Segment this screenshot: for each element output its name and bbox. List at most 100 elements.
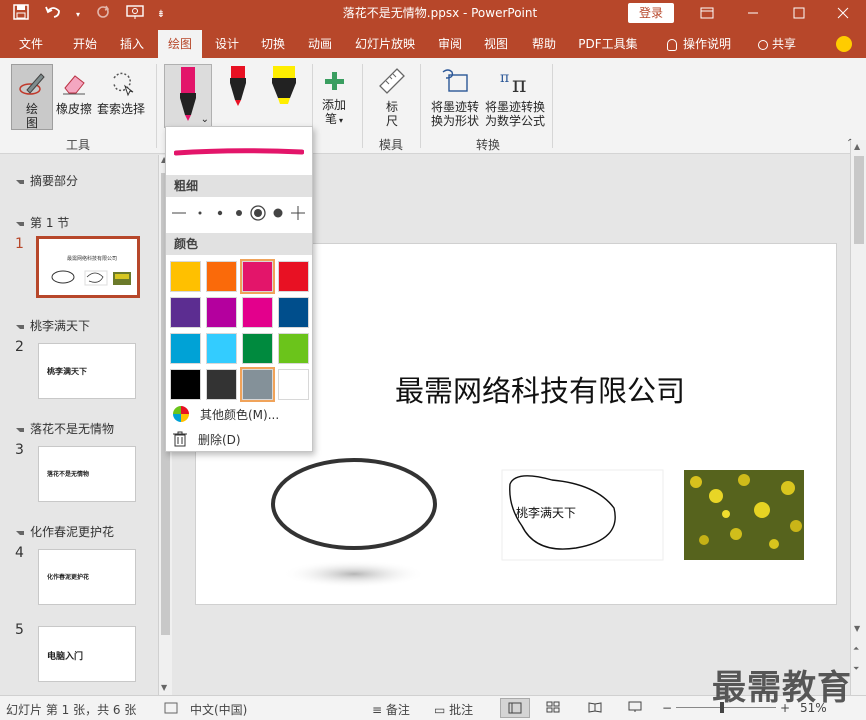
ruler-button[interactable]: 标 尺 <box>372 66 412 128</box>
ellipse-shadow <box>282 560 426 588</box>
thickness-options <box>170 203 310 223</box>
next-slide-icon[interactable]: ⏷ <box>853 664 859 674</box>
color-swatch[interactable] <box>278 297 309 328</box>
color-swatch[interactable] <box>206 261 237 292</box>
redo-icon[interactable] <box>92 4 114 26</box>
tab-slideshow[interactable]: 幻灯片放映 <box>348 30 422 58</box>
thumb-1-graphics <box>51 270 131 286</box>
group-label-tools: 工具 <box>65 138 90 152</box>
smiley-feedback-icon[interactable] <box>836 36 852 52</box>
group-separator <box>362 64 363 148</box>
undo-icon[interactable] <box>42 4 64 26</box>
tell-me-button[interactable]: 操作说明 <box>656 30 742 58</box>
customize-qat-icon[interactable]: ⇟ <box>156 4 166 26</box>
tab-transitions[interactable]: 切换 <box>252 30 294 58</box>
tab-pdf-tools[interactable]: PDF工具集 <box>570 30 646 58</box>
document-title: 落花不是无情物.ppsx - PowerPoint <box>342 6 538 20</box>
color-swatch[interactable] <box>278 333 309 364</box>
thickness-option-6[interactable] <box>273 208 283 218</box>
section-summary[interactable]: 摘要部分 <box>16 172 78 189</box>
ellipse-shape[interactable] <box>271 458 437 550</box>
normal-view-button[interactable] <box>500 698 530 718</box>
color-swatch[interactable] <box>170 333 201 364</box>
color-swatch[interactable] <box>170 369 201 400</box>
language-icon <box>164 701 178 718</box>
zoom-out-icon[interactable]: − <box>662 701 672 715</box>
color-swatch[interactable] <box>242 333 273 364</box>
color-swatch[interactable] <box>206 369 237 400</box>
scroll-down-arrow-icon[interactable]: ▼ <box>161 683 167 692</box>
login-button[interactable]: 登录 <box>628 3 674 23</box>
slide-thumbnail-2[interactable]: 桃李满天下 <box>38 343 136 399</box>
slide-thumbnail-5[interactable]: 电脑入门 <box>38 626 136 682</box>
yellow-highlighter-icon <box>272 66 296 104</box>
color-swatch[interactable] <box>240 367 275 402</box>
comments-button[interactable]: ▭ 批注 <box>434 701 473 718</box>
pen-dropdown-icon[interactable]: ⌄ <box>201 114 209 125</box>
svg-text:π: π <box>512 73 526 96</box>
color-swatch[interactable] <box>170 297 201 328</box>
add-pen-label-2: 笔 <box>324 112 337 126</box>
save-icon[interactable] <box>10 4 32 26</box>
thickness-option-4[interactable] <box>236 210 242 216</box>
reading-view-icon[interactable] <box>588 701 602 716</box>
main-scrollbar[interactable]: ▲ ▼ ⏶ ⏷ <box>850 140 866 695</box>
tab-view[interactable]: 视图 <box>474 30 518 58</box>
pen-1-selected[interactable]: ⌄ <box>164 64 212 128</box>
thickness-options-graphic <box>172 205 305 221</box>
color-swatch[interactable] <box>242 297 273 328</box>
previous-slide-icon[interactable]: ⏶ <box>853 644 859 654</box>
tab-review[interactable]: 审阅 <box>428 30 472 58</box>
thumb-2-text: 桃李满天下 <box>47 367 87 376</box>
section-huazuo-label: 化作春泥更护花 <box>30 525 115 539</box>
slide-thumbnail-3[interactable]: 落花不是无情物 <box>38 446 136 502</box>
undo-dropdown-icon[interactable]: ▾ <box>74 4 82 26</box>
close-icon[interactable] <box>820 0 866 26</box>
tell-me-label: 操作说明 <box>682 37 731 51</box>
section-1[interactable]: 第 1 节 <box>16 214 69 231</box>
more-colors-item[interactable]: 其他颜色(M)... <box>172 405 279 426</box>
maximize-icon[interactable] <box>776 0 822 26</box>
slide-thumbnail-4[interactable]: 化作春泥更护花 <box>38 549 136 605</box>
ribbon-display-icon[interactable] <box>684 0 730 26</box>
thickness-option-2[interactable] <box>198 211 202 215</box>
scroll-up-arrow-icon[interactable]: ▲ <box>854 142 860 151</box>
tab-help[interactable]: 帮助 <box>522 30 566 58</box>
minimize-icon[interactable] <box>730 0 776 26</box>
slide-sorter-icon[interactable] <box>546 701 560 716</box>
lasso-select-button[interactable]: 套索选择 <box>96 68 146 116</box>
pen-2[interactable] <box>216 64 260 128</box>
ink-to-shape-button[interactable]: 将墨迹转 换为形状 <box>428 66 482 128</box>
slideshow-icon[interactable] <box>628 701 642 716</box>
collapse-triangle-icon <box>16 530 24 535</box>
add-pen-button[interactable]: 添加 笔 ▾ <box>316 68 352 128</box>
scroll-down-arrow-icon[interactable]: ▼ <box>854 624 860 633</box>
tab-draw[interactable]: 绘图 <box>158 30 202 58</box>
color-swatch[interactable] <box>206 333 237 364</box>
section-taoli[interactable]: 桃李满天下 <box>16 317 90 334</box>
scroll-thumb[interactable] <box>854 156 864 244</box>
notes-button[interactable]: ≡ 备注 <box>372 701 410 718</box>
share-button[interactable]: 共享 <box>752 30 802 58</box>
slide-thumbnail-1[interactable]: 最需网络科技有限公司 <box>36 236 140 298</box>
tab-design[interactable]: 设计 <box>206 30 248 58</box>
add-pen-dropdown-icon: ▾ <box>339 116 344 125</box>
tab-animations[interactable]: 动画 <box>298 30 342 58</box>
color-swatch[interactable] <box>240 259 275 294</box>
section-huazuo[interactable]: 化作春泥更护花 <box>16 523 114 540</box>
highlighter-pen[interactable] <box>262 64 306 128</box>
ink-to-math-button[interactable]: π π 将墨迹转换 为数学公式 <box>482 66 548 128</box>
presentation-icon[interactable] <box>124 4 146 26</box>
language-indicator[interactable]: 中文(中国) <box>190 701 247 718</box>
tab-home[interactable]: 开始 <box>62 30 108 58</box>
delete-item[interactable]: 删除(D) <box>172 431 241 450</box>
color-swatch[interactable] <box>206 297 237 328</box>
color-swatch[interactable] <box>278 369 309 400</box>
eraser-button[interactable]: 橡皮擦 <box>54 68 94 116</box>
section-luohua[interactable]: 落花不是无情物 <box>16 420 114 437</box>
tab-file[interactable]: 文件 <box>8 30 54 58</box>
color-swatch[interactable] <box>278 261 309 292</box>
thickness-option-3[interactable] <box>217 210 223 216</box>
color-swatch[interactable] <box>170 261 201 292</box>
tab-insert[interactable]: 插入 <box>110 30 154 58</box>
